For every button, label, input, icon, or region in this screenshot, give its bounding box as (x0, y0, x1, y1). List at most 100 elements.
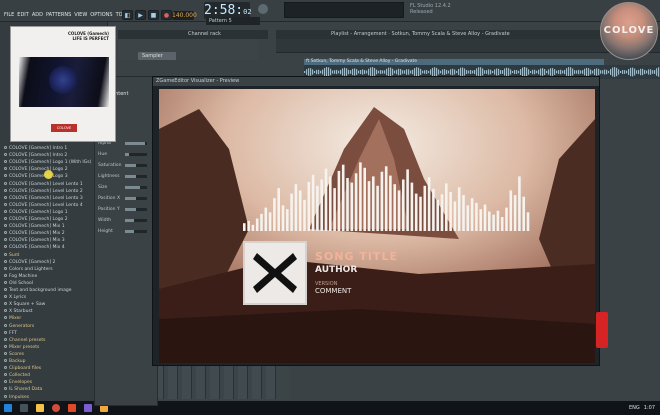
browser-folder[interactable]: Generators (4, 323, 34, 329)
browser-item[interactable]: COLOVE [Gamech] Logo 2 (4, 167, 68, 172)
metronome-icon[interactable] (258, 4, 268, 14)
browser-folder[interactable]: Envelopes (4, 380, 32, 385)
browser-item[interactable]: COLOVE [Gamech] Intro 2 (4, 153, 67, 158)
search-icon[interactable] (20, 404, 28, 412)
waveform-segment (516, 70, 518, 74)
clock[interactable]: 1:07 (644, 405, 655, 411)
waveform-segment (588, 68, 590, 76)
waveform-segment (530, 70, 532, 74)
waveform-segment (454, 69, 456, 75)
record-button[interactable]: ● (161, 10, 172, 20)
waveform-segment (450, 69, 452, 75)
browser-item[interactable]: COLOVE [Gamech] 2 (4, 259, 55, 265)
spectrum-bar (372, 176, 375, 231)
browser-item[interactable]: COLOVE [Gamech] Level Lento 1 (4, 181, 83, 187)
browser-item[interactable]: COLOVE [Gamech] Intro 1 (4, 146, 67, 151)
browser-item[interactable]: COLOVE [Gamech] Mix 3 (4, 238, 65, 243)
browser-item[interactable]: Colors and Lighters (4, 266, 53, 272)
browser-item[interactable]: Old School (4, 280, 33, 286)
browser-folder[interactable]: Clipboard files (4, 366, 41, 371)
browser-folder[interactable]: Mixer presets (4, 344, 40, 350)
start-icon[interactable] (4, 404, 12, 412)
spectrum-bar (307, 181, 311, 231)
browser-folder[interactable]: Channel presets (4, 337, 46, 343)
song-artwork (243, 241, 307, 305)
browser-item[interactable]: COLOVE [Gamech] Level Lento 3 (4, 195, 83, 201)
waveform-segment (346, 68, 348, 76)
browser-item[interactable]: FFT (4, 330, 17, 336)
browser-item[interactable]: Fog Machine (4, 273, 37, 279)
menu-options[interactable]: OPTIONS (90, 12, 112, 18)
waveform-segment (438, 69, 440, 75)
pattern-selector[interactable]: Pattern 5 (206, 17, 260, 25)
setting-slider[interactable] (125, 142, 147, 145)
browser-folder[interactable]: Scores (4, 351, 24, 357)
explorer-icon[interactable] (36, 404, 44, 412)
pat-song-toggle[interactable]: ◧ (122, 10, 133, 20)
browser-folder[interactable]: Backup (4, 359, 26, 364)
browser-folder[interactable]: Impulses (4, 394, 29, 400)
channel-sampler[interactable]: Sampler (138, 52, 176, 60)
browser-folder[interactable]: Sunt (4, 252, 20, 258)
browser-item[interactable]: COLOVE [Gamech] Level Lento 2 (4, 188, 83, 194)
spectrum-bar (436, 199, 439, 231)
browser-item[interactable]: COLOVE [Gamech] Mix 4 (4, 245, 65, 250)
app-icon[interactable] (84, 404, 92, 412)
preset-icon (4, 295, 7, 299)
browser-folder[interactable]: Collected (4, 373, 30, 378)
setting-slider[interactable] (125, 153, 147, 156)
menu-view[interactable]: VIEW (74, 12, 87, 18)
browser-item[interactable]: COLOVE [Gamech] Logo 3 (4, 174, 68, 179)
setting-slider[interactable] (125, 197, 147, 200)
browser-item-label: Sunt (9, 252, 20, 258)
browser-item[interactable]: COLOVE [Gamech] Mix 1 (4, 224, 65, 229)
setting-slider[interactable] (125, 230, 147, 233)
menu-add[interactable]: ADD (32, 12, 43, 18)
preview-title[interactable]: ZGameEditor Visualizer - Preview (153, 77, 599, 86)
setting-slider[interactable] (125, 219, 147, 222)
spectrum-bar (303, 199, 306, 231)
waveform-segment (646, 70, 648, 74)
spectrum-bar (354, 173, 358, 231)
play-button[interactable]: ▶ (135, 10, 146, 20)
waveform-segment (318, 69, 320, 75)
browser-item-label: COLOVE [Gamech] Logo 2 (9, 217, 68, 222)
spectrum-bar (260, 213, 263, 231)
preset-icon (4, 146, 7, 149)
waveform-segment (654, 70, 656, 74)
browser-item[interactable]: COLOVE [Gamech] Logo 1 (4, 209, 68, 215)
setting-slider[interactable] (125, 164, 147, 167)
menu-patterns[interactable]: PATTERNS (46, 12, 71, 18)
browser-item[interactable]: Text and background image (4, 288, 72, 293)
browser-item-label: Mixer presets (9, 344, 40, 350)
browser-item[interactable]: COLOVE [Gamech] Level Lento 4 (4, 202, 83, 208)
browser-item[interactable]: X Lyrics (4, 295, 26, 300)
setting-slider[interactable] (125, 208, 147, 211)
browser-item[interactable]: X Starbust (4, 309, 33, 314)
waveform-segment (594, 68, 596, 76)
browser-item[interactable]: X Square + Saw (4, 302, 45, 307)
browser-folder[interactable]: IL Shared Data (4, 387, 42, 392)
menu-edit[interactable]: EDIT (17, 12, 29, 18)
waveform-segment (650, 69, 652, 75)
browser-item[interactable]: COLOVE [Gamech] Logo 1 (With IGs) (4, 160, 91, 165)
setting-slider[interactable] (125, 175, 147, 178)
browser-item[interactable]: COLOVE [Gamech] Mix 2 (4, 231, 65, 236)
app-icon[interactable] (68, 404, 76, 412)
folder-icon (4, 337, 7, 341)
menu-file[interactable]: FILE (4, 12, 14, 18)
language-indicator[interactable]: ENG (629, 405, 640, 411)
stop-button[interactable]: ■ (148, 10, 159, 20)
browser-item[interactable]: COLOVE [Gamech] Logo 2 (4, 217, 68, 222)
waveform-segment (396, 69, 398, 75)
folder-icon (4, 394, 7, 398)
waveform-segment (310, 68, 312, 76)
waveform-segment (506, 67, 508, 77)
channel-rack-title[interactable]: Channel rack (118, 30, 268, 39)
spectrum-bar (311, 174, 315, 231)
setting-slider[interactable] (125, 186, 147, 189)
waveform-segment (358, 70, 360, 74)
browser-icon[interactable] (52, 404, 60, 412)
browser-folder[interactable]: Mixer (4, 316, 21, 321)
tempo-display[interactable]: 140.000 (172, 11, 197, 20)
